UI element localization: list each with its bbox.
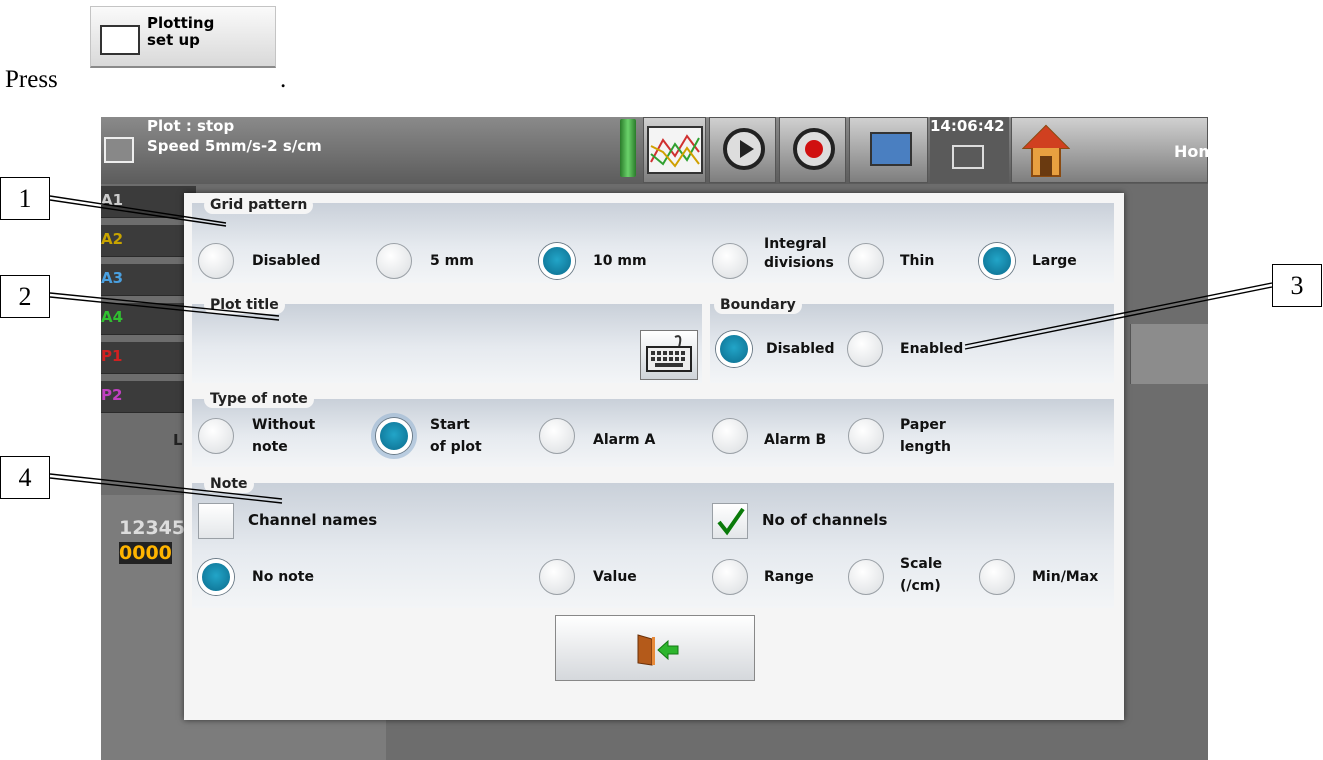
callout-2: 2 <box>0 275 50 318</box>
callout-lines <box>49 195 1273 504</box>
callout-1: 1 <box>0 177 50 220</box>
callout-4: 4 <box>0 456 50 499</box>
callout-3: 3 <box>1272 264 1322 307</box>
